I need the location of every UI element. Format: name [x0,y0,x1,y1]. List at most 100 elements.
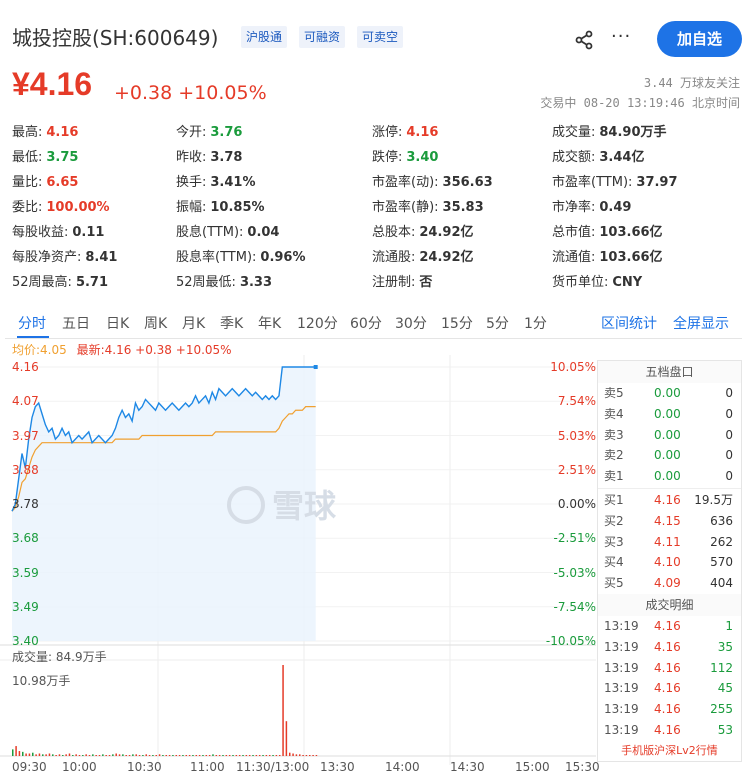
stat-label: 振幅: [176,200,207,215]
volume-bar [108,755,111,756]
stat-item: 市净率: 0.49 [552,196,631,215]
row-volume: 636 [710,513,733,528]
row-label: 13:19 [604,681,639,696]
tab-7[interactable]: 120分 [297,313,338,333]
tab-10[interactable]: 15分 [441,313,473,333]
time-tick-label: 11:00 [190,760,225,774]
row-volume: 53 [717,722,733,737]
xueqiu-watermark: 雪球 [272,487,337,525]
tab-0[interactable]: 分时 [18,313,46,333]
stat-item: 今开: 3.76 [176,121,242,140]
row-label: 13:19 [604,639,639,654]
trades-title: 成交明细 [598,593,741,616]
volume-bar [82,755,84,756]
tag-hk-connect[interactable]: 沪股通 [241,26,288,48]
row-label: 13:19 [604,722,639,737]
price-tick-label: 3.68 [12,531,39,546]
stat-value: 0.96% [260,250,306,265]
tab-9[interactable]: 30分 [395,313,427,333]
row-price: 4.10 [654,555,681,570]
lv2-promo-link[interactable]: 手机版沪深Lv2行情 [598,741,741,761]
price-tick-label: 3.59 [12,565,39,580]
stat-value: 3.76 [210,125,243,140]
row-price: 0.00 [654,469,681,484]
volume-bar [98,755,101,756]
stat-label: 最高: [12,125,43,140]
add-to-watchlist-button[interactable]: 加自选 [657,21,742,57]
intraday-chart[interactable]: 雪球 [0,355,600,778]
tab-1[interactable]: 五日 [62,313,90,333]
volume-bar [309,755,311,756]
pct-tick-label: 10.05% [550,360,596,374]
trade-row: 13:19 4.16 35 [598,637,741,658]
stat-label: 市盈率(TTM): [552,175,633,190]
bid-row: 买1 4.16 19.5万 [598,490,741,511]
volume-bar [88,755,91,756]
volume-bar [225,755,228,756]
tab-6[interactable]: 年K [258,313,281,333]
range-stats-link[interactable]: 区间统计 [601,313,657,333]
stat-value: 5.71 [75,275,109,290]
pct-tick-label: 5.03% [557,428,596,443]
volume-bar [282,665,284,756]
volume-bar [175,755,178,756]
tab-2[interactable]: 日K [106,313,129,333]
volume-bar [165,755,168,756]
volume-bar [118,754,121,756]
stat-value: 3.78 [210,150,243,165]
tab-8[interactable]: 60分 [350,313,382,333]
row-label: 卖5 [604,386,624,400]
volume-bar [272,755,274,756]
stat-item: 市盈率(TTM): 37.97 [552,171,678,190]
fullscreen-link[interactable]: 全屏显示 [673,313,729,333]
stat-item: 昨收: 3.78 [176,146,242,165]
tab-12[interactable]: 1分 [524,313,547,333]
volume-bar [212,754,214,756]
tag-margin[interactable]: 可融资 [299,26,346,48]
volume-bar [28,753,31,756]
tag-short-sell[interactable]: 可卖空 [357,26,404,48]
stat-value: 100.00% [46,200,110,215]
volume-bar [208,755,211,756]
row-volume: 570 [710,555,733,570]
volume-bar [218,755,221,756]
stat-item: 成交量: 84.90万手 [552,121,667,140]
row-label: 13:19 [604,660,639,675]
volume-bar [242,755,244,756]
volume-bar [58,754,61,756]
volume-bar [45,754,47,756]
row-label: 买4 [604,555,624,570]
more-menu-icon[interactable]: ··· [611,26,631,47]
stat-item: 跌停: 3.40 [372,146,438,165]
ask-list: 卖5 0.00 0 卖4 0.00 0 卖3 0.00 0 卖2 0.00 0 卖1 0.00 0 [598,383,741,487]
row-price: 0.00 [654,448,681,463]
row-price: 4.16 [654,492,681,507]
volume-bar [288,752,291,756]
volume-bar [112,754,114,756]
tab-4[interactable]: 月K [182,313,205,333]
stock-title: 城投控股(SH:600649) [12,26,219,50]
volume-bar [12,749,14,756]
bid-row: 买3 4.11 262 [598,532,741,553]
price-tick-label: 4.16 [12,360,39,374]
row-price: 0.00 [654,427,681,442]
row-volume: 45 [717,681,733,696]
row-label: 买1 [604,492,624,507]
tab-5[interactable]: 季K [220,313,243,333]
row-label: 买3 [604,534,624,549]
pct-tick-label: 7.54% [557,394,596,409]
tab-3[interactable]: 周K [144,313,167,333]
row-volume: 255 [710,702,733,717]
stat-label: 流通股: [372,250,416,265]
volume-bar [152,755,154,756]
stat-label: 股息(TTM): [176,225,244,240]
volume-bar [185,755,188,756]
followers-count[interactable]: 3.44 万球友关注 [644,74,740,91]
share-icon[interactable] [572,28,596,52]
stat-value: 3.41% [210,175,256,190]
volume-bar [72,755,74,756]
row-volume: 0 [725,427,733,442]
row-price: 4.11 [654,534,681,549]
tab-11[interactable]: 5分 [486,313,509,333]
stat-label: 成交额: [552,150,596,165]
